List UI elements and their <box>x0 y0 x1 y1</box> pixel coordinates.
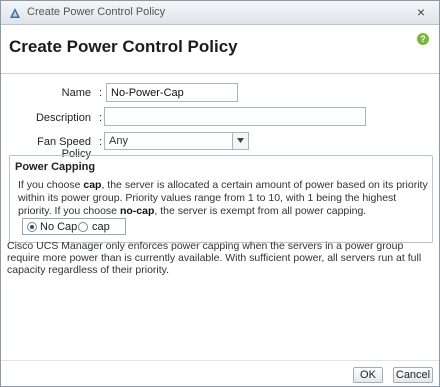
cancel-button[interactable]: Cancel <box>393 367 433 383</box>
power-capping-description: If you choose cap, the server is allocat… <box>18 179 428 217</box>
no-cap-radio[interactable] <box>27 222 37 232</box>
close-icon[interactable]: × <box>413 4 429 20</box>
power-capping-group: Power Capping If you choose cap, the ser… <box>9 155 433 243</box>
fan-speed-value: Any <box>109 135 128 147</box>
chevron-down-icon[interactable] <box>232 133 248 149</box>
power-capping-legend: Power Capping <box>15 161 96 173</box>
header: Create Power Control Policy ? <box>1 26 439 74</box>
dialog-window: Create Power Control Policy × Create Pow… <box>0 0 440 387</box>
power-capping-note: Cisco UCS Manager only enforces power ca… <box>7 240 422 276</box>
description-colon: : <box>99 112 103 124</box>
window-title: Create Power Control Policy <box>27 6 166 18</box>
cap-radio[interactable] <box>78 222 88 232</box>
page-title: Create Power Control Policy <box>9 37 238 56</box>
description-label: Description <box>35 112 91 124</box>
cisco-triangle-icon <box>9 7 21 19</box>
cap-label[interactable]: cap <box>92 221 110 233</box>
description-input[interactable] <box>104 107 366 126</box>
no-cap-label[interactable]: No Cap <box>40 221 77 233</box>
fan-speed-select[interactable]: Any <box>104 132 249 150</box>
titlebar: Create Power Control Policy × <box>1 1 439 25</box>
fan-speed-colon: : <box>99 136 103 148</box>
name-input[interactable] <box>106 83 238 102</box>
name-colon: : <box>99 87 103 99</box>
name-label: Name <box>61 87 91 99</box>
dialog-footer: OK Cancel <box>1 360 439 386</box>
power-capping-radio-group: No Cap cap <box>22 218 126 235</box>
form-content: Name : Description : Fan Speed Policy : … <box>1 75 439 360</box>
ok-button[interactable]: OK <box>353 367 383 383</box>
help-icon[interactable]: ? <box>417 33 429 45</box>
